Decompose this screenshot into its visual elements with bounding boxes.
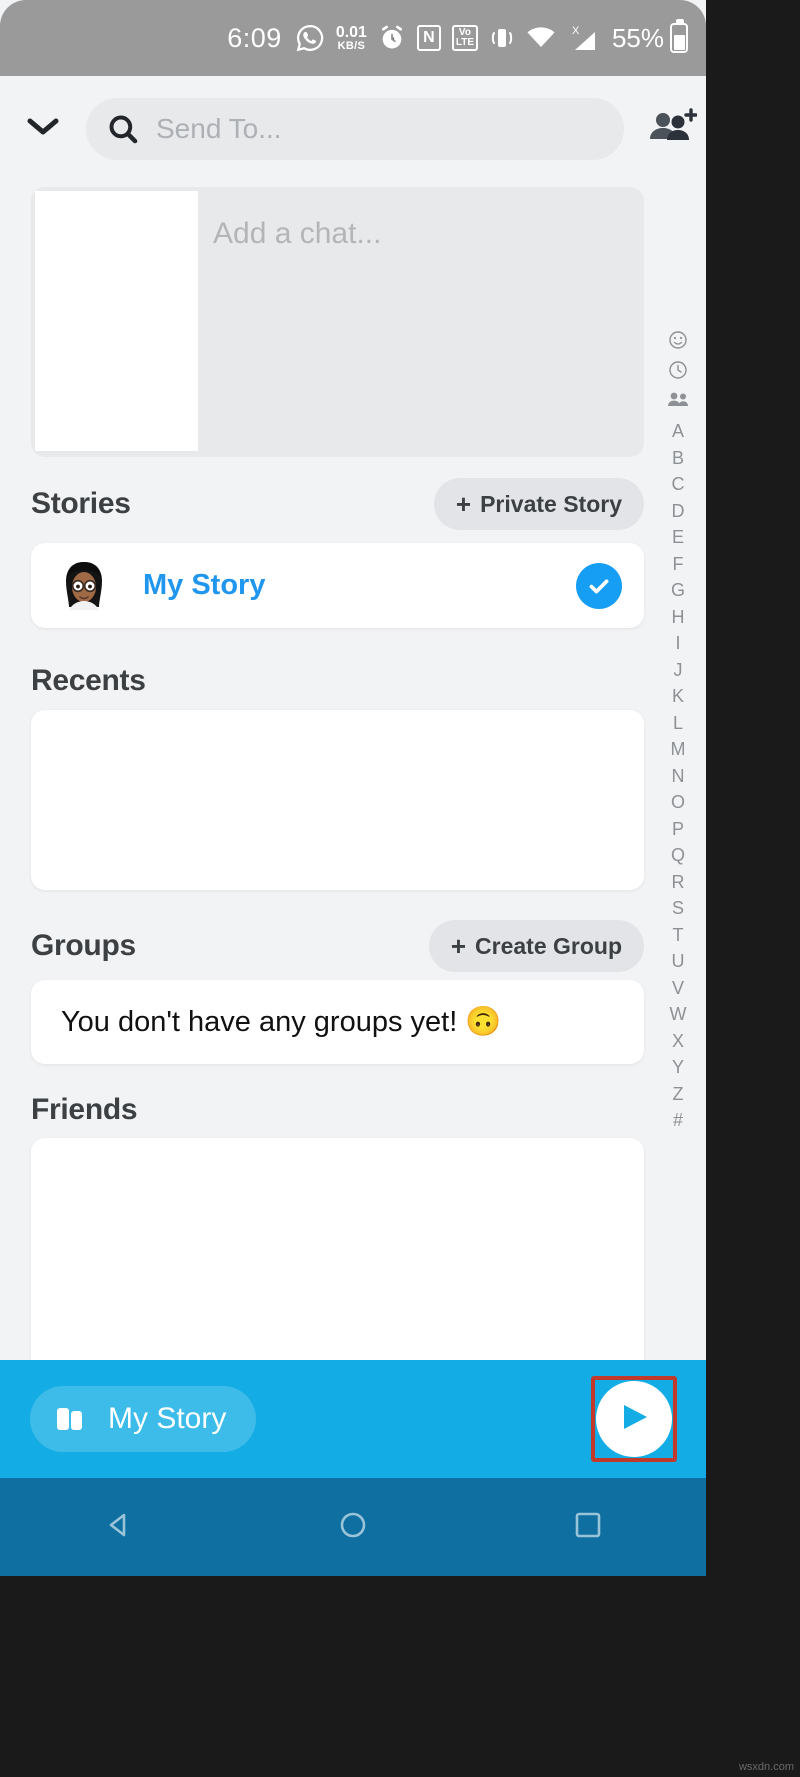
- index-letter[interactable]: B: [672, 445, 684, 472]
- status-bar: 6:09 0.01 KB/S N Vo LTE X 55%: [0, 0, 706, 76]
- index-letter[interactable]: A: [672, 418, 684, 445]
- device-screen: 6:09 0.01 KB/S N Vo LTE X 55% Send To...…: [0, 0, 800, 1777]
- home-circle-icon[interactable]: [336, 1508, 370, 1547]
- recents-section-header: Recents: [0, 655, 706, 707]
- index-letter[interactable]: H: [672, 604, 685, 631]
- index-letter[interactable]: M: [671, 736, 686, 763]
- index-letter[interactable]: Z: [673, 1081, 684, 1108]
- recents-square-icon[interactable]: [571, 1508, 605, 1547]
- search-bar[interactable]: Send To...: [86, 97, 624, 160]
- index-letter[interactable]: G: [671, 577, 685, 604]
- index-letter[interactable]: E: [672, 524, 684, 551]
- send-to-content: Add a chat... Stories + Private Story My…: [0, 181, 706, 1368]
- my-story-chip-label: My Story: [108, 1402, 227, 1435]
- index-letter[interactable]: U: [672, 948, 685, 975]
- android-nav-bar: [0, 1478, 706, 1576]
- groups-title: Groups: [31, 929, 136, 962]
- send-button-wrapper[interactable]: [591, 1376, 677, 1462]
- volte-line2: LTE: [455, 37, 475, 48]
- svg-text:X: X: [572, 25, 580, 37]
- stories-section-header: Stories + Private Story: [0, 474, 706, 534]
- index-letter[interactable]: Q: [671, 842, 685, 869]
- check-circle-icon[interactable]: [576, 562, 622, 609]
- emoji-icon[interactable]: [668, 330, 688, 355]
- send-to-header: Send To...: [0, 76, 706, 181]
- friends-list[interactable]: [31, 1138, 644, 1368]
- plus-icon: +: [450, 930, 467, 961]
- index-letter[interactable]: C: [672, 471, 685, 498]
- index-letter[interactable]: T: [673, 922, 684, 949]
- phone-viewport: 6:09 0.01 KB/S N Vo LTE X 55% Send To...…: [0, 0, 706, 1576]
- chat-composer-card[interactable]: Add a chat...: [31, 187, 644, 457]
- index-letter[interactable]: N: [672, 763, 685, 790]
- search-input[interactable]: Send To...: [156, 113, 282, 145]
- index-letter[interactable]: P: [672, 816, 684, 843]
- create-group-label: Create Group: [475, 932, 622, 959]
- index-letter[interactable]: R: [672, 869, 685, 896]
- vibrate-icon: [489, 24, 515, 52]
- index-letter[interactable]: K: [672, 683, 684, 710]
- index-letter[interactable]: J: [674, 657, 683, 684]
- watermark: wsxdn.com: [738, 1761, 794, 1773]
- data-rate-value: 0.01: [335, 23, 367, 41]
- friends-section-header: Friends: [0, 1084, 706, 1136]
- data-rate-indicator: 0.01 KB/S: [335, 23, 367, 52]
- send-bar: My Story: [0, 1360, 706, 1478]
- plus-icon: +: [455, 488, 472, 519]
- index-letter[interactable]: #: [673, 1107, 683, 1134]
- nfc-label: N: [423, 29, 435, 46]
- clock-icon[interactable]: [668, 360, 688, 385]
- recents-title: Recents: [31, 664, 146, 697]
- volte-icon: Vo LTE: [451, 25, 478, 51]
- battery-percent: 55%: [611, 22, 664, 53]
- status-time: 6:09: [227, 22, 282, 53]
- alphabet-index-rail[interactable]: A B C D E F G H I J K L M N O P Q R S T …: [658, 330, 698, 1134]
- index-letter[interactable]: X: [672, 1028, 684, 1055]
- add-friends-button[interactable]: [638, 106, 706, 151]
- my-story-chip[interactable]: My Story: [30, 1386, 257, 1452]
- whatsapp-icon: [295, 23, 325, 53]
- index-letter[interactable]: O: [671, 789, 685, 816]
- collapse-button[interactable]: [0, 76, 86, 181]
- friends-title: Friends: [31, 1093, 138, 1126]
- wifi-icon: [526, 25, 556, 51]
- group-icon[interactable]: [667, 390, 689, 413]
- data-rate-unit: KB/S: [337, 39, 366, 52]
- my-story-row[interactable]: My Story: [31, 543, 644, 628]
- index-letter[interactable]: W: [670, 1001, 687, 1028]
- snap-thumbnail: [35, 191, 198, 451]
- signal-icon: X: [567, 23, 601, 53]
- stories-title: Stories: [31, 487, 131, 520]
- index-letter[interactable]: I: [675, 630, 680, 657]
- groups-empty-text: You don't have any groups yet! 🙃: [61, 1006, 502, 1038]
- index-letter[interactable]: Y: [672, 1054, 684, 1081]
- index-letter[interactable]: L: [673, 710, 683, 737]
- list-item[interactable]: My Story: [31, 543, 644, 628]
- nfc-icon: N: [416, 25, 441, 51]
- bitmoji-avatar: [53, 554, 115, 617]
- send-button-highlight: [591, 1376, 677, 1462]
- search-icon: [106, 112, 140, 146]
- add-friends-icon: [647, 106, 698, 151]
- create-group-button[interactable]: + Create Group: [428, 920, 644, 972]
- private-story-label: Private Story: [480, 490, 622, 517]
- chevron-down-icon: [26, 116, 60, 141]
- battery-icon: [670, 19, 688, 53]
- my-story-label: My Story: [143, 569, 266, 601]
- private-story-button[interactable]: + Private Story: [433, 478, 644, 530]
- groups-empty-card: You don't have any groups yet! 🙃: [31, 980, 644, 1064]
- story-cards-icon: [52, 1400, 90, 1438]
- recents-list[interactable]: [31, 710, 644, 890]
- alarm-icon: [378, 24, 406, 52]
- back-triangle-icon[interactable]: [101, 1508, 135, 1547]
- add-chat-placeholder[interactable]: Add a chat...: [213, 217, 381, 251]
- groups-section-header: Groups + Create Group: [0, 916, 706, 976]
- index-letter[interactable]: S: [672, 895, 684, 922]
- index-letter[interactable]: D: [672, 498, 685, 525]
- index-letter[interactable]: F: [673, 551, 684, 578]
- index-letter[interactable]: V: [672, 975, 684, 1002]
